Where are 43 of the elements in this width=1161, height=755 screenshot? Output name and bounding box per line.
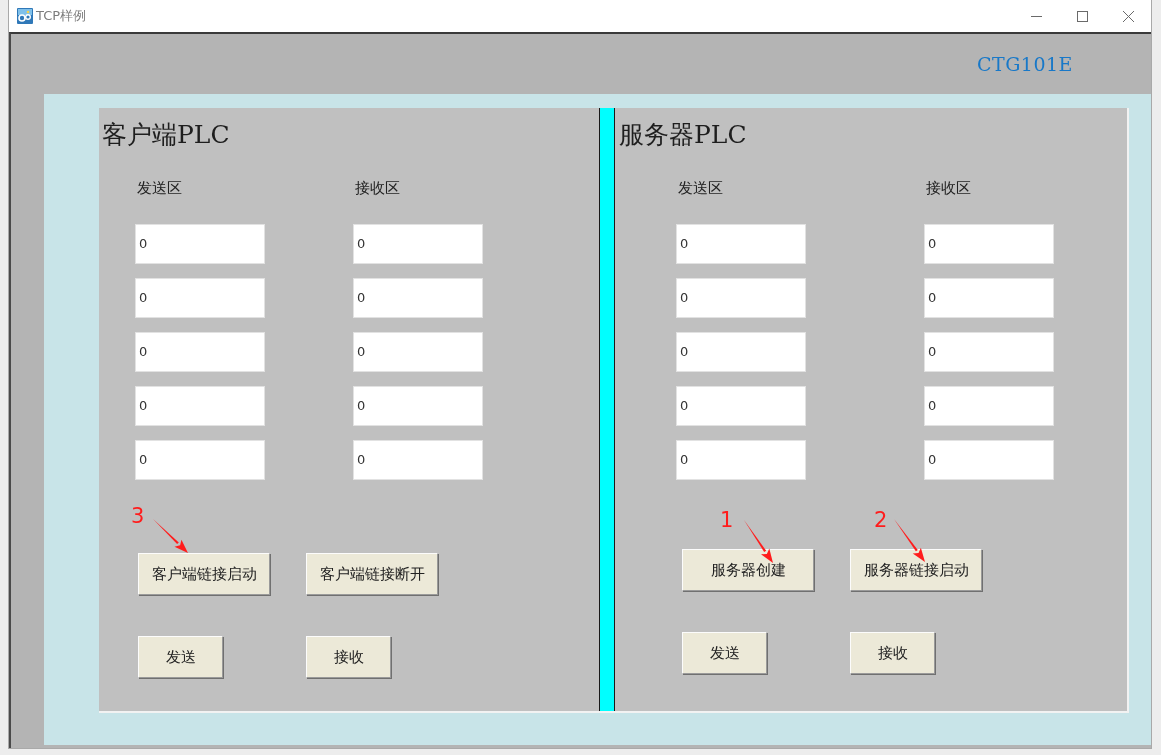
input-field[interactable]: 0 <box>135 224 265 264</box>
action-button[interactable]: 接收 <box>850 632 935 674</box>
maximize-icon <box>1076 10 1088 22</box>
action-button[interactable]: 服务器链接启动 <box>850 549 982 591</box>
input-field[interactable]: 0 <box>135 386 265 426</box>
panel-title: 客户端PLC <box>102 120 230 150</box>
action-button[interactable]: 服务器创建 <box>682 549 814 591</box>
input-field[interactable]: 0 <box>676 386 806 426</box>
action-button[interactable]: 接收 <box>306 636 391 678</box>
window-title: TCP样例 <box>36 7 87 25</box>
input-field[interactable]: 0 <box>353 224 483 264</box>
annotation-number: 2 <box>874 508 888 532</box>
input-field[interactable]: 0 <box>135 278 265 318</box>
action-button[interactable]: 发送 <box>682 632 767 674</box>
input-field[interactable]: 0 <box>353 440 483 480</box>
annotation-number: 3 <box>131 504 145 528</box>
input-field[interactable]: 0 <box>353 278 483 318</box>
input-field[interactable]: 0 <box>676 440 806 480</box>
arrow-icon <box>152 518 189 554</box>
input-field[interactable]: 0 <box>924 278 1054 318</box>
input-field[interactable]: 0 <box>135 332 265 372</box>
column-label: 接收区 <box>354 178 400 198</box>
column-label: 发送区 <box>677 178 723 198</box>
input-field[interactable]: 0 <box>676 278 806 318</box>
column-label: 发送区 <box>136 178 182 198</box>
panel-title: 服务器PLC <box>619 120 747 150</box>
input-field[interactable]: 0 <box>924 224 1054 264</box>
annotation-number: 1 <box>720 508 734 532</box>
column-label: 接收区 <box>925 178 971 198</box>
input-field[interactable]: 0 <box>676 224 806 264</box>
input-field[interactable]: 0 <box>924 332 1054 372</box>
input-field[interactable]: 0 <box>135 440 265 480</box>
app-icon <box>17 8 33 24</box>
action-button[interactable]: 客户端链接启动 <box>138 553 270 595</box>
brand-label: CTG101E <box>976 53 1073 75</box>
close-icon <box>1122 10 1134 22</box>
input-field[interactable]: 0 <box>924 386 1054 426</box>
input-field[interactable]: 0 <box>924 440 1054 480</box>
action-button[interactable]: 客户端链接断开 <box>306 553 438 595</box>
action-button[interactable]: 发送 <box>138 636 223 678</box>
input-field[interactable]: 0 <box>676 332 806 372</box>
input-field[interactable]: 0 <box>353 332 483 372</box>
input-field[interactable]: 0 <box>353 386 483 426</box>
